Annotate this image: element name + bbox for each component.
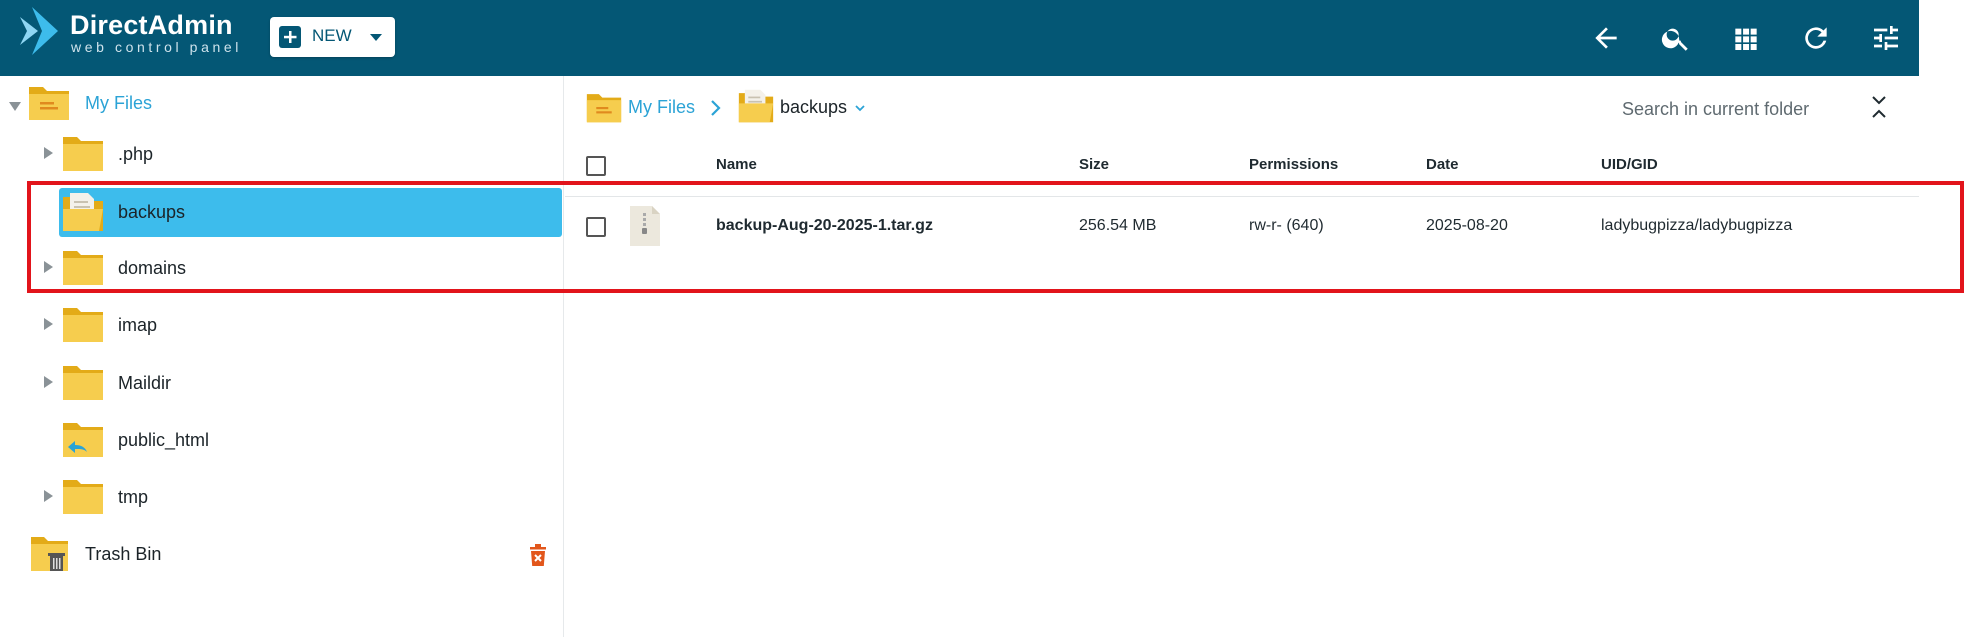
breadcrumb-root[interactable]: My Files: [628, 97, 695, 118]
tree-item-label: .php: [118, 144, 154, 164]
expand-arrow-icon[interactable]: [44, 260, 54, 278]
open-folder-file-icon: [738, 88, 774, 128]
tree-root-label: My Files: [85, 93, 152, 113]
tree-trash-bin[interactable]: Trash Bin: [0, 532, 560, 578]
directadmin-logo[interactable]: DirectAdmin web control panel: [18, 7, 248, 57]
file-name[interactable]: backup-Aug-20-2025-1.tar.gz: [716, 217, 933, 235]
tree-item-label: domains: [118, 258, 187, 278]
trash-folder-icon: [30, 534, 70, 577]
expand-arrow-icon[interactable]: [44, 375, 54, 393]
tree-item-backups[interactable]: backups: [59, 188, 562, 237]
search-icon[interactable]: [1660, 22, 1692, 54]
tree-item-tmp[interactable]: tmp: [0, 475, 560, 521]
tree-item-maildir[interactable]: Maildir: [0, 361, 560, 407]
folder-shortcut-icon: [62, 420, 104, 463]
tree-item-label: public_html: [118, 430, 210, 450]
new-button-label: NEW: [312, 26, 352, 45]
collapse-toggle-icon[interactable]: [1868, 94, 1890, 125]
column-header-uid-gid[interactable]: UID/GID: [1601, 156, 1658, 173]
plus-icon: [279, 26, 301, 48]
folder-icon: [62, 477, 104, 520]
select-all-checkbox[interactable]: [586, 156, 606, 176]
tree-item-php[interactable]: .php: [0, 132, 560, 178]
grid-view-icon[interactable]: [1730, 22, 1762, 54]
tree-item-label: imap: [118, 315, 158, 335]
brand-name: DirectAdmin: [70, 10, 233, 40]
expand-arrow-icon[interactable]: [44, 489, 54, 507]
chevron-down-icon: [368, 29, 384, 50]
expand-arrow-icon[interactable]: [44, 146, 54, 164]
column-header-name[interactable]: Name: [716, 156, 757, 173]
collapse-arrow-icon[interactable]: [9, 99, 21, 117]
empty-trash-icon[interactable]: [528, 544, 548, 571]
tree-item-public-html[interactable]: public_html: [0, 418, 560, 464]
file-owner: ladybugpizza/ladybugpizza: [1601, 217, 1793, 234]
settings-sliders-icon[interactable]: [1870, 22, 1902, 54]
refresh-icon[interactable]: [1800, 22, 1832, 54]
expand-arrow-icon[interactable]: [44, 317, 54, 335]
tree-item-domains[interactable]: domains: [0, 246, 560, 292]
chevron-right-icon: [710, 99, 722, 122]
folder-icon: [62, 305, 104, 348]
folder-icon: [62, 248, 104, 291]
open-folder-file-icon: [62, 191, 104, 238]
folder-tree-pane: My Files .php backups domains imap Maild…: [0, 76, 564, 637]
column-header-date[interactable]: Date: [1426, 156, 1459, 173]
column-header-size[interactable]: Size: [1079, 156, 1109, 173]
file-permissions: rw-r- (640): [1249, 217, 1324, 234]
file-date: 2025-08-20: [1426, 217, 1508, 234]
new-button[interactable]: NEW: [270, 17, 395, 57]
breadcrumb-current[interactable]: backups: [780, 97, 847, 118]
logo-mark-icon: [20, 7, 58, 55]
tree-root-my-files[interactable]: My Files: [0, 81, 560, 127]
column-header-permissions[interactable]: Permissions: [1249, 156, 1338, 173]
archive-file-icon: [628, 205, 662, 252]
tree-item-label: Maildir: [118, 373, 172, 393]
back-arrow-icon[interactable]: [1590, 22, 1622, 54]
chevron-down-icon[interactable]: [854, 101, 866, 119]
row-checkbox[interactable]: [586, 217, 606, 237]
trash-bin-label: Trash Bin: [85, 544, 162, 564]
open-folder-icon: [28, 83, 70, 126]
tree-item-imap[interactable]: imap: [0, 303, 560, 349]
tree-item-label: backups: [118, 202, 186, 222]
folder-icon: [62, 363, 104, 406]
top-bar: DirectAdmin web control panel NEW: [0, 0, 1919, 76]
open-folder-icon: [586, 90, 622, 130]
brand-tagline: web control panel: [71, 39, 242, 55]
folder-icon: [62, 134, 104, 177]
header-divider: [565, 196, 1919, 197]
tree-item-label: tmp: [118, 487, 149, 507]
search-input[interactable]: [1620, 94, 1854, 124]
file-size: 256.54 MB: [1079, 217, 1157, 234]
